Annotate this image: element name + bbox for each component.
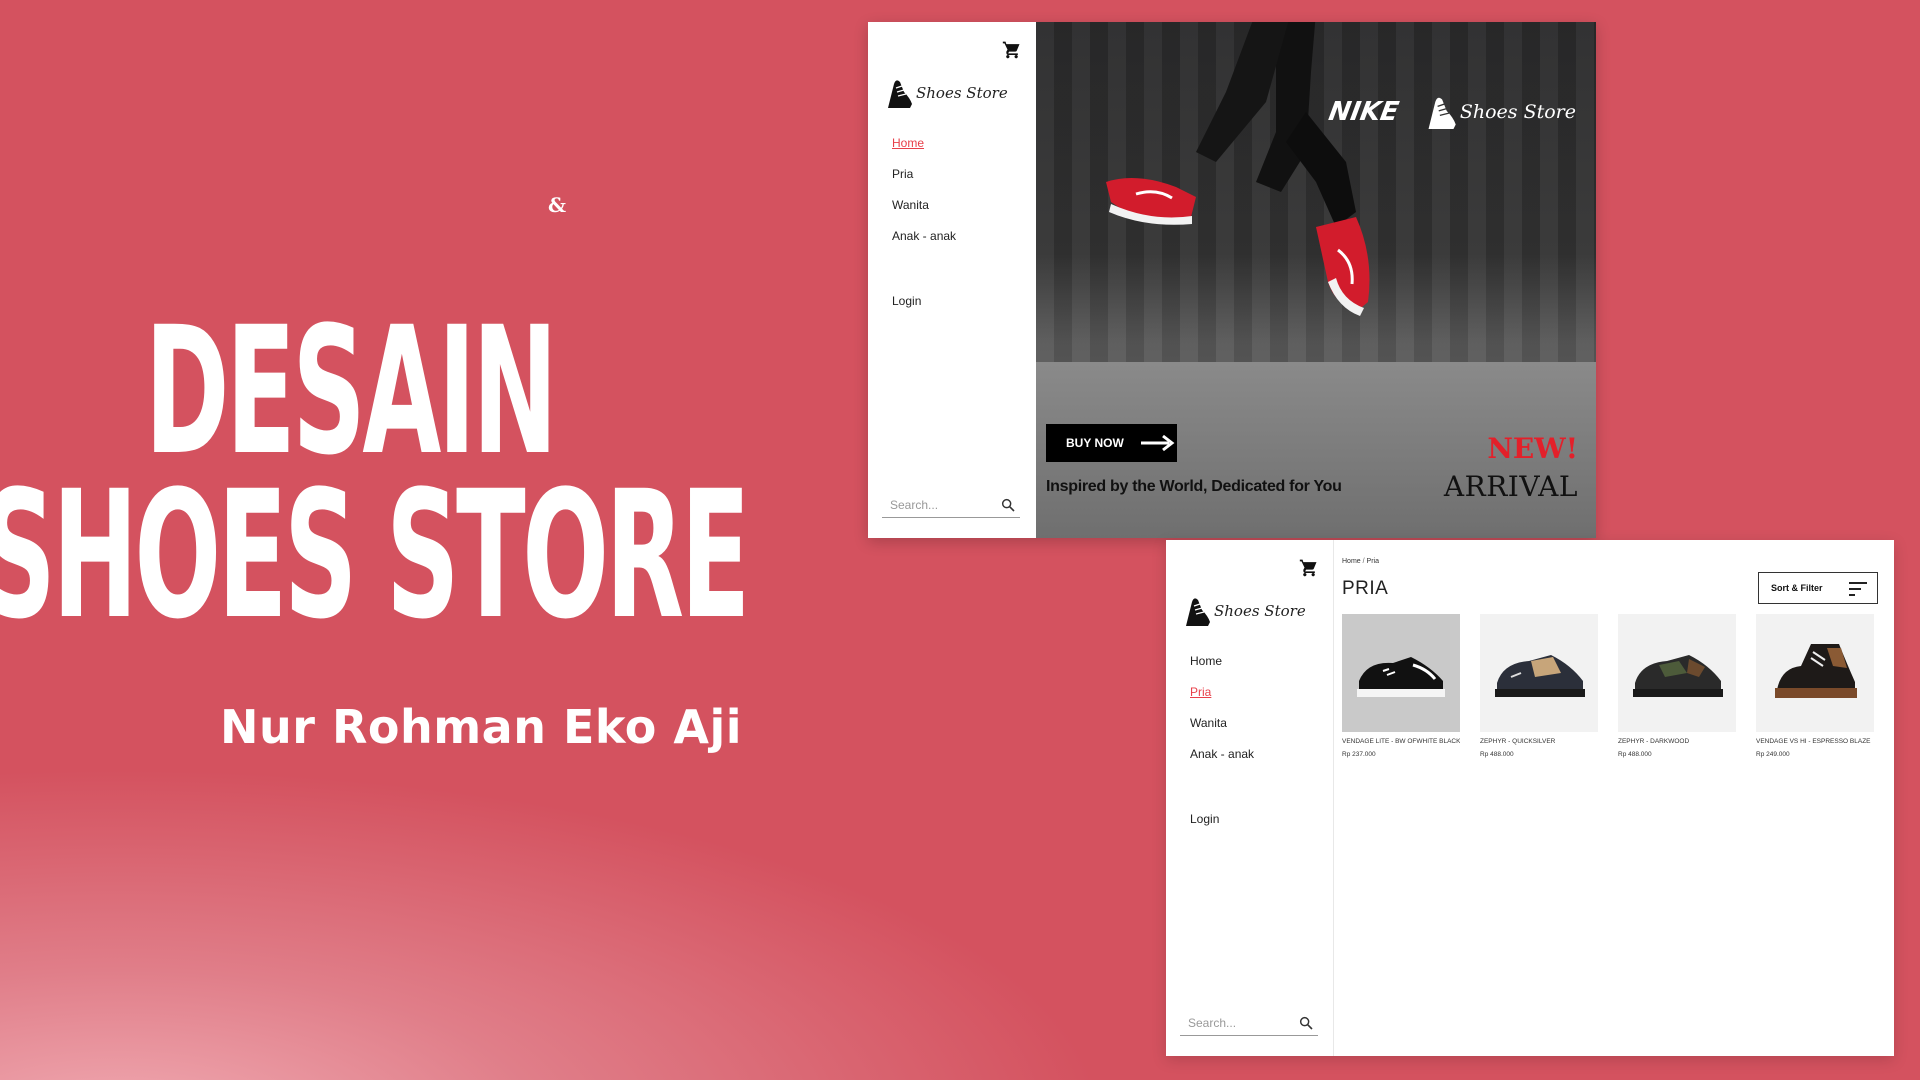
- search-icon[interactable]: [1298, 1015, 1314, 1031]
- sneaker-image: [1633, 655, 1723, 697]
- product-listing: Home / Pria PRIA Sort & Filter VENDAGE L…: [1342, 540, 1894, 1056]
- sneaker-image: [1357, 657, 1445, 697]
- product-price: Rp 237.000: [1342, 751, 1376, 758]
- product-name: ZEPHYR - DARKWOOD: [1618, 738, 1690, 745]
- shoe-logo-icon: [1186, 598, 1210, 626]
- author-name: Nur Rohman Eko Aji: [220, 700, 742, 754]
- brand-name: Shoes Store: [916, 84, 1008, 102]
- login-link[interactable]: Login: [892, 294, 921, 308]
- sort-filter-button[interactable]: Sort & Filter: [1758, 572, 1878, 604]
- buy-now-button[interactable]: BUY NOW: [1046, 424, 1177, 462]
- page-title: PRIA: [1342, 578, 1389, 599]
- brand-name: Shoes Store: [1214, 602, 1306, 620]
- jumping-legs-image: [1106, 22, 1370, 316]
- product-name: VENDAGE LITE - BW OFWHITE BLACK: [1342, 738, 1460, 745]
- search-icon[interactable]: [1000, 497, 1016, 513]
- ampersand: &: [548, 193, 567, 217]
- product-card[interactable]: VENDAGE LITE - BW OFWHITE BLACK Rp 237.0…: [1342, 614, 1460, 758]
- buy-now-label: BUY NOW: [1066, 436, 1124, 450]
- sidebar: Shoes Store Home Pria Wanita Anak - anak…: [868, 22, 1036, 538]
- breadcrumb-separator: /: [1362, 558, 1365, 565]
- arrow-right-icon: [1141, 434, 1175, 452]
- banner-tagline: Inspired by the World, Dedicated for You: [1046, 478, 1342, 495]
- hero-title-line2: SHOES STORE: [0, 453, 750, 658]
- breadcrumb-current: Pria: [1366, 558, 1379, 565]
- product-name: VENDAGE VS HI - ESPRESSO BLAZE: [1756, 738, 1871, 745]
- nav-item-wanita[interactable]: Wanita: [1190, 716, 1254, 730]
- search-input[interactable]: Search...: [882, 492, 1020, 518]
- nav-item-pria[interactable]: Pria: [1190, 685, 1254, 699]
- nav-item-anak[interactable]: Anak - anak: [1190, 747, 1254, 761]
- product-price: Rp 249.000: [1756, 751, 1790, 758]
- sidebar-nav: Home Pria Wanita Anak - anak: [892, 136, 956, 260]
- product-card[interactable]: ZEPHYR - DARKWOOD Rp 488.000: [1618, 614, 1736, 758]
- arrival-label: ARRIVAL: [1443, 470, 1578, 503]
- shoe-logo-icon: [1428, 97, 1456, 129]
- hero-title: DESAIN SHOES STORE: [0, 289, 750, 644]
- banner-brand-name: Shoes Store: [1459, 101, 1576, 123]
- search-input[interactable]: Search...: [1180, 1010, 1318, 1036]
- hero-title-line1: DESAIN: [144, 289, 558, 494]
- nav-item-pria[interactable]: Pria: [892, 167, 956, 181]
- brand-logo[interactable]: Shoes Store: [1182, 594, 1306, 628]
- sort-filter-label: Sort & Filter: [1771, 583, 1823, 593]
- banner-brand-logos: NIKE Shoes Store: [1325, 92, 1576, 132]
- new-label: NEW!: [1487, 432, 1578, 465]
- product-image[interactable]: [1480, 614, 1598, 732]
- sneaker-image: [1495, 655, 1585, 697]
- filter-icon: [1849, 582, 1867, 596]
- product-image[interactable]: [1618, 614, 1736, 732]
- nav-item-anak[interactable]: Anak - anak: [892, 229, 956, 243]
- brand-logo[interactable]: Shoes Store: [884, 76, 1008, 110]
- breadcrumb-home[interactable]: Home: [1342, 558, 1361, 565]
- breadcrumb: Home / Pria: [1342, 558, 1379, 565]
- high-top-sneaker-image: [1775, 644, 1857, 698]
- home-page-mockup: Shoes Store Home Pria Wanita Anak - anak…: [868, 22, 1596, 538]
- search-placeholder: Search...: [1188, 1015, 1237, 1030]
- hero-banner: NIKE Shoes Store BUY NOW Inspired by the…: [1036, 22, 1596, 538]
- product-price: Rp 488.000: [1480, 751, 1514, 758]
- product-card[interactable]: VENDAGE VS HI - ESPRESSO BLAZE Rp 249.00…: [1756, 614, 1874, 758]
- shoe-logo-icon: [888, 80, 912, 108]
- product-grid: VENDAGE LITE - BW OFWHITE BLACK Rp 237.0…: [1342, 614, 1874, 758]
- sidebar-nav: Home Pria Wanita Anak - anak: [1190, 654, 1254, 778]
- banner-store-logo: Shoes Store: [1424, 92, 1576, 132]
- product-image[interactable]: [1342, 614, 1460, 732]
- nike-logo: NIKE: [1325, 97, 1401, 127]
- nav-item-wanita[interactable]: Wanita: [892, 198, 956, 212]
- nav-item-home[interactable]: Home: [892, 136, 956, 150]
- search-placeholder: Search...: [890, 497, 939, 512]
- product-image[interactable]: [1756, 614, 1874, 732]
- product-card[interactable]: ZEPHYR - QUICKSILVER Rp 488.000: [1480, 614, 1598, 758]
- nav-item-home[interactable]: Home: [1190, 654, 1254, 668]
- login-link[interactable]: Login: [1190, 812, 1219, 826]
- product-name: ZEPHYR - QUICKSILVER: [1480, 738, 1556, 745]
- cart-icon[interactable]: [1002, 40, 1022, 65]
- pria-page-mockup: Shoes Store Home Pria Wanita Anak - anak…: [1166, 540, 1894, 1056]
- product-price: Rp 488.000: [1618, 751, 1652, 758]
- cart-icon[interactable]: [1299, 558, 1319, 583]
- sidebar: Shoes Store Home Pria Wanita Anak - anak…: [1166, 540, 1334, 1056]
